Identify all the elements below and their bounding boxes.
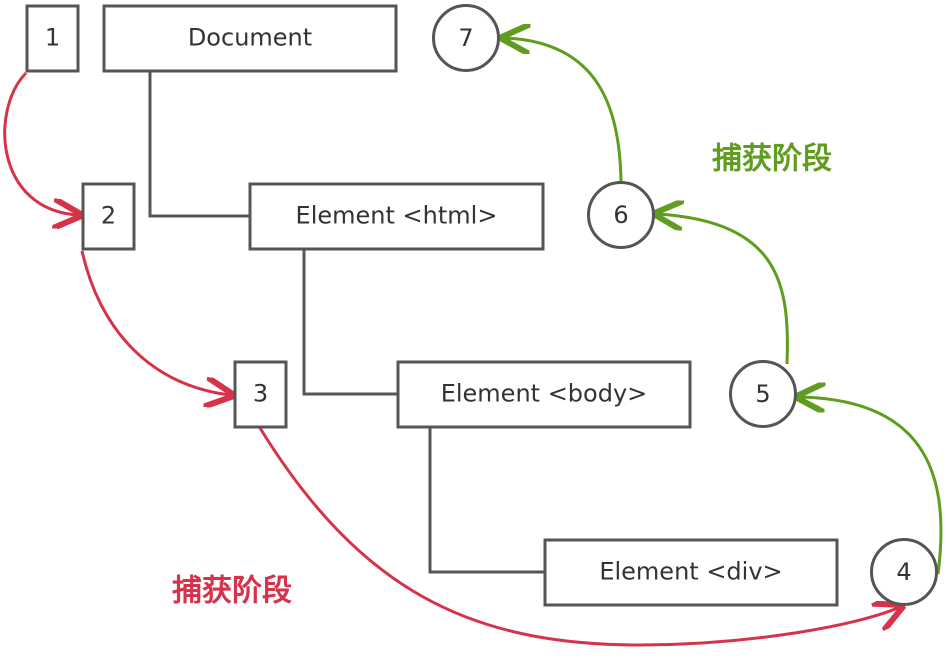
node-document-label: Document xyxy=(188,24,312,52)
step-2-label: 2 xyxy=(101,202,116,230)
bubble-arrows xyxy=(505,38,943,575)
bubble-arrow-5-to-6 xyxy=(658,214,789,365)
connector-html-body xyxy=(302,249,398,396)
node-body: Element <body> xyxy=(396,360,692,429)
capture-phase-label-green: 捕获阶段 xyxy=(712,142,832,177)
tree-connectors xyxy=(148,71,545,574)
step-3: 3 xyxy=(233,360,288,429)
step-7: 7 xyxy=(432,4,500,72)
step-2: 2 xyxy=(81,182,136,251)
node-body-label: Element <body> xyxy=(441,380,648,408)
step-1-label: 1 xyxy=(45,24,60,52)
step-7-label: 7 xyxy=(458,24,473,52)
capture-arrow-1-to-2 xyxy=(3,71,78,215)
step-6-label: 6 xyxy=(613,201,628,229)
bubble-arrow-6-to-7 xyxy=(505,38,623,183)
capture-phase-label-red: 捕获阶段 xyxy=(172,574,292,609)
step-5-label: 5 xyxy=(755,380,770,408)
capture-arrow-3-to-4 xyxy=(258,427,900,647)
node-html: Element <html> xyxy=(248,182,545,251)
connector-document-html xyxy=(148,71,250,218)
step-4: 4 xyxy=(870,538,938,606)
step-4-label: 4 xyxy=(896,558,911,586)
event-flow-diagram: Document Element <html> Element <body> E… xyxy=(3,4,943,647)
node-div-label: Element <div> xyxy=(599,558,782,586)
step-3-label: 3 xyxy=(253,380,268,408)
node-html-label: Element <html> xyxy=(296,202,498,230)
node-div: Element <div> xyxy=(543,538,839,607)
capture-arrow-2-to-3 xyxy=(80,250,230,395)
connector-body-div xyxy=(428,427,545,574)
step-5: 5 xyxy=(729,360,797,428)
step-1: 1 xyxy=(25,4,80,73)
step-6: 6 xyxy=(587,181,655,249)
node-document: Document xyxy=(102,4,398,73)
